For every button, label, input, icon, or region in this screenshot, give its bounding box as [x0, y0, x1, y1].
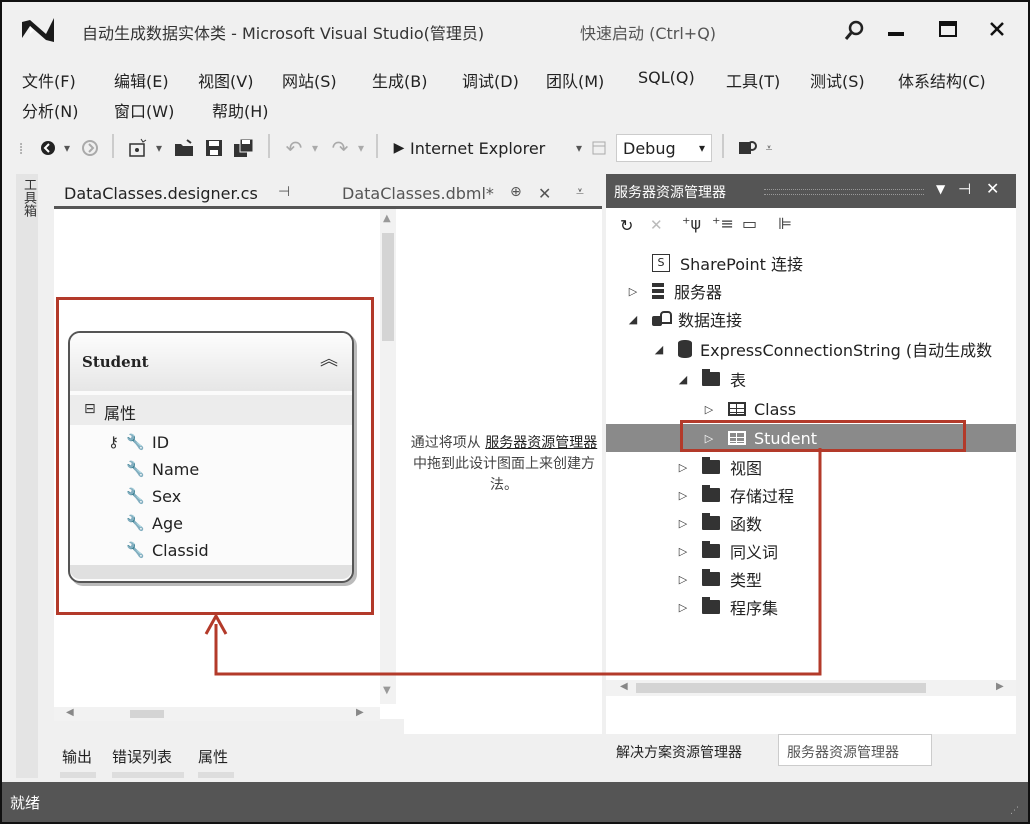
drag-arrow	[204, 448, 822, 676]
tab-output-indicator	[60, 772, 96, 778]
resize-grip-icon[interactable]: ⋰	[1010, 806, 1019, 816]
tab-output[interactable]: 输出	[62, 746, 92, 767]
status-bar: 就绪 ⋰	[2, 782, 1028, 822]
status-text: 就绪	[10, 794, 41, 812]
visual-studio-window: 自动生成数据实体类 - Microsoft Visual Studio(管理员)…	[0, 0, 1030, 824]
tab-error-list-indicator	[112, 772, 184, 778]
tab-properties-indicator	[198, 772, 234, 778]
tab-error-list[interactable]: 错误列表	[112, 746, 172, 767]
tab-properties[interactable]: 属性	[198, 746, 228, 767]
